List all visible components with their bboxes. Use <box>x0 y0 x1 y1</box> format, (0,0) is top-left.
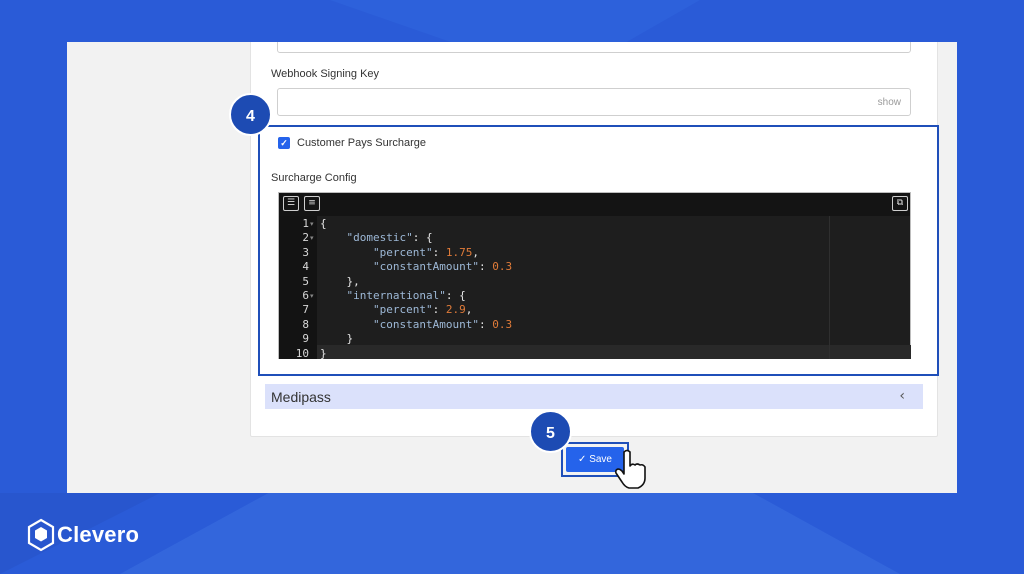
previous-field-input[interactable] <box>277 42 911 53</box>
code-line: "percent": 1.75, <box>372 245 479 259</box>
fullscreen-icon[interactable]: ⧉ <box>892 196 908 211</box>
code-line: }, <box>320 274 360 288</box>
line-number: 7 <box>302 303 309 317</box>
code-line: "percent": 2.9, <box>372 303 473 317</box>
line-number: 8 <box>302 317 309 331</box>
line-number: 5 <box>302 274 309 288</box>
webhook-signing-key-label: Webhook Signing Key <box>271 68 380 80</box>
app-screenshot: Webhook Signing Key show ✓ Customer Pays… <box>67 42 957 493</box>
fold-toggle-icon[interactable]: ▾ <box>310 217 314 231</box>
medipass-section-header[interactable]: Medipass ‹ <box>265 384 923 409</box>
brand-name: Clevero <box>57 522 140 547</box>
customer-pays-surcharge-label: Customer Pays Surcharge <box>297 137 426 149</box>
fold-toggle-icon[interactable]: ▾ <box>310 231 314 245</box>
code-line: } <box>320 332 354 346</box>
print-margin <box>829 216 830 359</box>
code-line: { <box>320 217 327 230</box>
editor-toolbar: ☰ ≡ ⧉ <box>279 193 910 216</box>
line-number: 1 <box>302 217 309 230</box>
line-number: 3 <box>302 245 309 259</box>
code-line: "domestic": { <box>346 231 433 245</box>
medipass-title: Medipass <box>271 389 331 405</box>
active-line-highlight <box>317 345 911 359</box>
clevero-logo-icon <box>27 518 55 552</box>
line-number: 6 <box>302 289 309 302</box>
webhook-signing-key-input[interactable]: show <box>277 88 911 116</box>
line-number: 2 <box>302 231 309 245</box>
save-button-label: Save <box>589 454 612 465</box>
code-line: "constantAmount": 0.3 <box>372 260 513 274</box>
hand-cursor-icon <box>614 449 646 489</box>
fold-toggle-icon[interactable]: ▾ <box>310 289 314 303</box>
line-number: 10 <box>295 346 309 360</box>
customer-pays-surcharge-checkbox[interactable]: ✓ <box>278 137 290 149</box>
code-line: "international": { <box>346 289 466 302</box>
indent-icon[interactable]: ☰ <box>283 196 299 211</box>
check-icon: ✓ <box>578 454 587 465</box>
format-icon[interactable]: ≡ <box>304 196 320 211</box>
surcharge-config-editor[interactable]: ☰ ≡ ⧉ 1 ▾{2 ▾ "domestic": {3 "percent": 1.… <box>278 192 911 360</box>
code-line: "constantAmount": 0.3 <box>372 317 513 331</box>
code-line: } <box>320 346 327 360</box>
chevron-left-icon[interactable]: ‹ <box>899 388 905 404</box>
line-number: 9 <box>302 332 309 346</box>
show-key-toggle[interactable]: show <box>878 97 901 108</box>
step-5-badge: 5 <box>529 410 572 453</box>
step-4-badge: 4 <box>229 93 272 136</box>
surcharge-config-label: Surcharge Config <box>271 172 357 184</box>
line-number: 4 <box>302 260 309 274</box>
